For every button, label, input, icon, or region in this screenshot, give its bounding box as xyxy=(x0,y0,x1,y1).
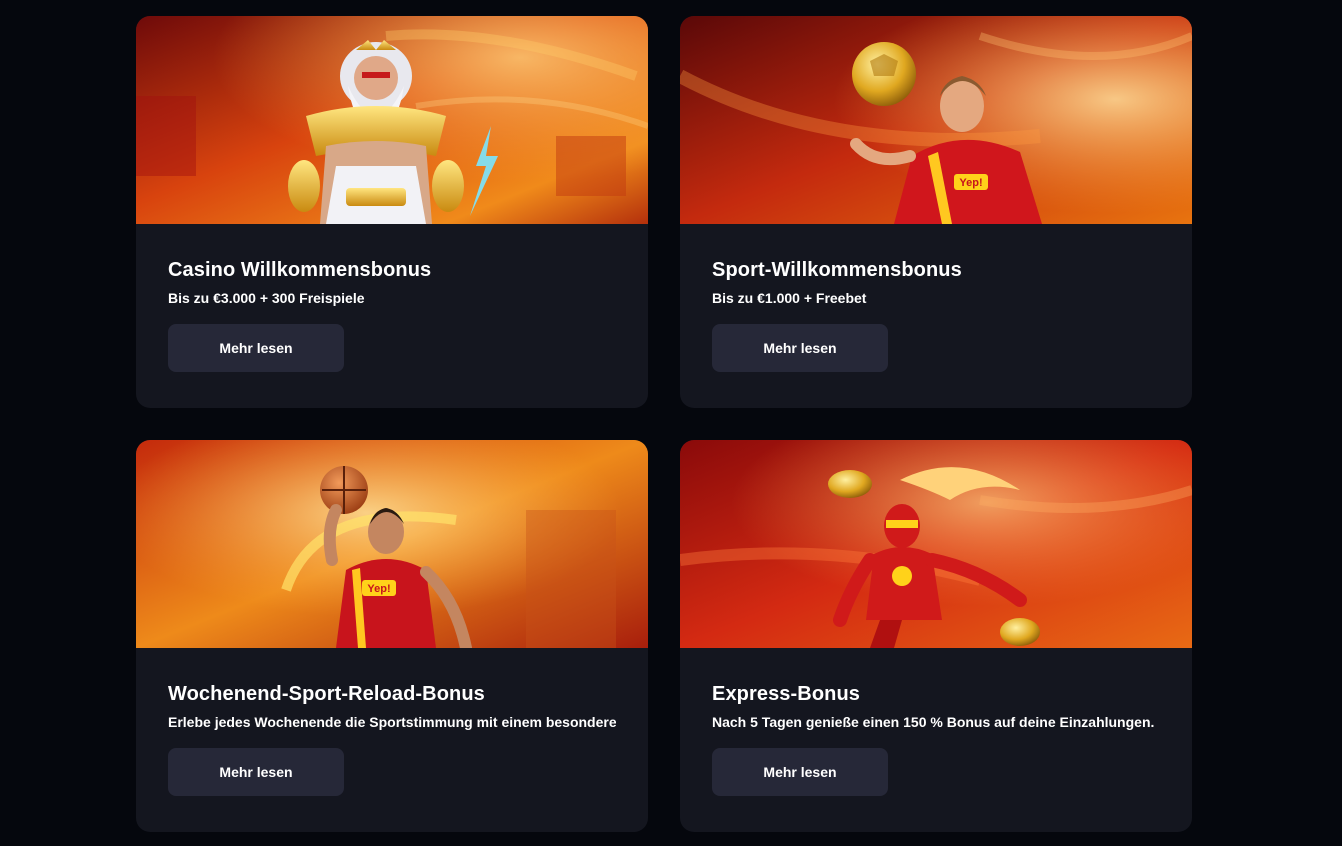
card-title: Casino Willkommensbonus xyxy=(168,259,432,281)
card-subtitle: Erlebe jedes Wochenende die Sportstimmun… xyxy=(168,714,616,730)
basketball-player-illustration: Yep! xyxy=(136,440,648,648)
speed-heroine-illustration xyxy=(680,440,1192,648)
promo-banner-sport: Yep! xyxy=(680,16,1192,224)
football-player-illustration: Yep! xyxy=(680,16,1192,224)
card-title: Sport-Willkommensbonus xyxy=(712,259,962,281)
card-title: Wochenend-Sport-Reload-Bonus xyxy=(168,683,485,705)
read-more-button[interactable]: Mehr lesen xyxy=(712,748,888,796)
read-more-button[interactable]: Mehr lesen xyxy=(168,324,344,372)
read-more-button[interactable]: Mehr lesen xyxy=(168,748,344,796)
card-subtitle: Bis zu €3.000 + 300 Freispiele xyxy=(168,290,365,306)
jersey-logo: Yep! xyxy=(959,177,982,189)
promo-card-casino: Casino Willkommensbonus Bis zu €3.000 + … xyxy=(136,16,648,408)
promo-card-weekend-reload: Yep! Wochenend-Sport-Reload-Bonus Erlebe… xyxy=(136,440,648,832)
promo-banner-express xyxy=(680,440,1192,648)
casino-god-illustration xyxy=(136,16,648,224)
promo-banner-casino xyxy=(136,16,648,224)
card-subtitle: Bis zu €1.000 + Freebet xyxy=(712,290,867,306)
promo-banner-weekend-reload: Yep! xyxy=(136,440,648,648)
card-title: Express-Bonus xyxy=(712,683,861,705)
promo-card-express: Express-Bonus Nach 5 Tagen genieße einen… xyxy=(680,440,1192,832)
promotions-grid: Casino Willkommensbonus Bis zu €3.000 + … xyxy=(136,16,1192,832)
card-subtitle: Nach 5 Tagen genieße einen 150 % Bonus a… xyxy=(712,714,1155,730)
promo-card-sport: Yep! Sport-Willkommensbonus Bis zu €1.00… xyxy=(680,16,1192,408)
read-more-button[interactable]: Mehr lesen xyxy=(712,324,888,372)
jersey-logo: Yep! xyxy=(367,583,390,595)
